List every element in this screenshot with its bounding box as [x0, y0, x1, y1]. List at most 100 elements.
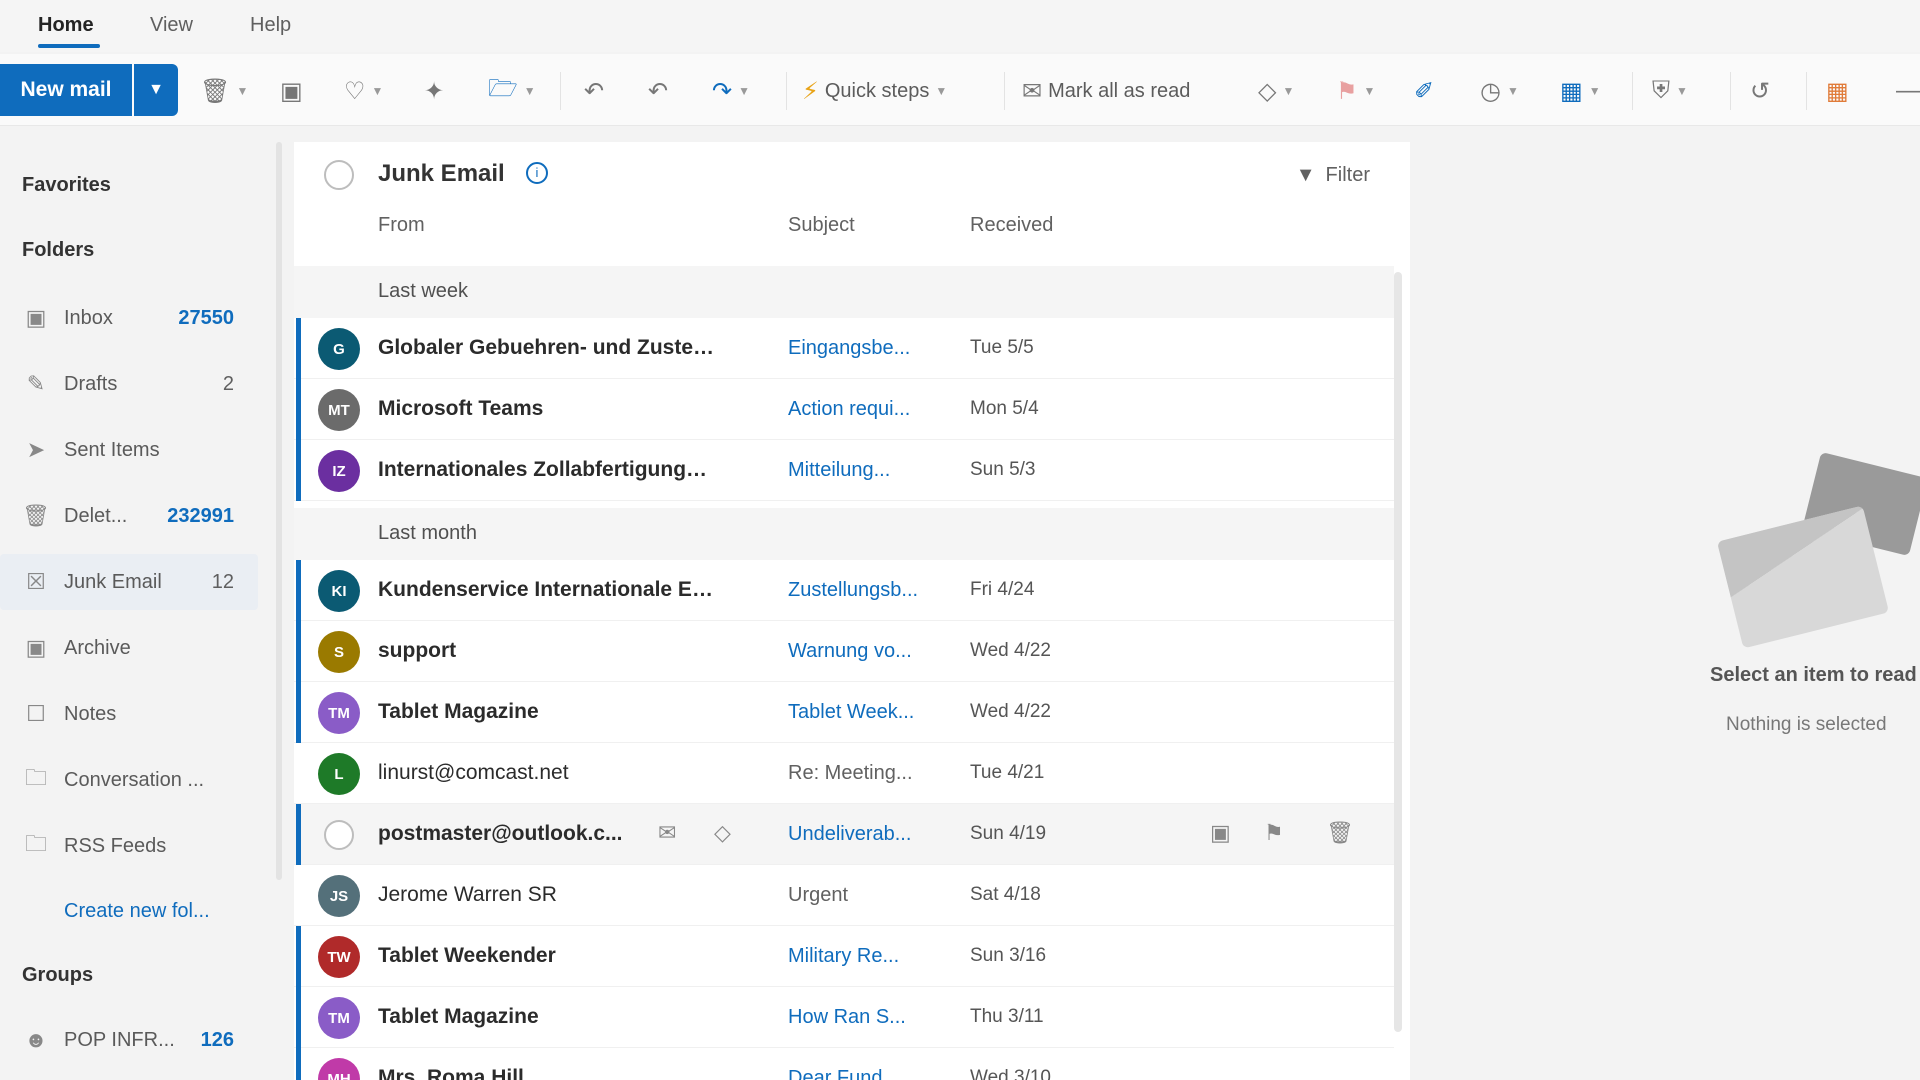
- message-sender: Internationales Zollabfertigungsamt: [378, 458, 718, 481]
- folder-junk-email[interactable]: ☒ Junk Email 12: [0, 554, 258, 610]
- move-to-button[interactable]: 🗁 ▼: [488, 75, 536, 106]
- folder-icon: 🗀: [24, 831, 47, 856]
- message-row[interactable]: MT Microsoft Teams Action requi... Mon 5…: [294, 379, 1394, 440]
- folder-sent-items[interactable]: ➤ Sent Items: [0, 422, 258, 478]
- addins-button[interactable]: ▦: [1826, 76, 1849, 106]
- group-header-last-week[interactable]: Last week: [294, 266, 1394, 318]
- chevron-down-icon: ▼: [148, 81, 164, 98]
- archive-button[interactable]: ▣: [280, 76, 303, 106]
- quick-steps-button[interactable]: ⚡ Quick steps ▼: [802, 76, 947, 106]
- folder-inbox[interactable]: ▣ Inbox 27550: [0, 290, 258, 346]
- shield-lock-icon: ⛨: [1652, 77, 1670, 104]
- flag-button[interactable]: ⚑ ▼: [1336, 76, 1375, 106]
- folder-conversation-history[interactable]: 🗀 Conversation ...: [0, 752, 258, 808]
- tab-help[interactable]: Help: [250, 14, 291, 37]
- more-options-button[interactable]: —: [1896, 76, 1920, 106]
- chevron-down-icon: ▼: [1363, 84, 1376, 98]
- column-from[interactable]: From: [378, 214, 425, 237]
- message-subject: Zustellungsb...: [788, 579, 919, 601]
- folder-label: Conversation ...: [64, 768, 205, 791]
- filter-button[interactable]: ▼ Filter: [1296, 164, 1370, 187]
- sweep-button[interactable]: ✦: [424, 76, 444, 106]
- new-mail-button[interactable]: New mail: [0, 64, 132, 116]
- message-list-scrollbar[interactable]: [1394, 272, 1402, 1032]
- shield-icon: ♡: [344, 77, 366, 105]
- message-row[interactable]: G Globaler Gebuehren- und Zusteller-Serv…: [294, 318, 1394, 379]
- archive-icon[interactable]: ▣: [1210, 820, 1231, 846]
- folder-notes[interactable]: ☐ Notes: [0, 686, 258, 742]
- unread-count: 126: [200, 1028, 234, 1051]
- inbox-icon: ▣: [25, 305, 47, 330]
- avatar: IZ: [318, 450, 360, 492]
- new-mail-dropdown-button[interactable]: ▼: [134, 64, 178, 116]
- delete-button[interactable]: 🗑 ▼: [200, 76, 248, 106]
- info-icon[interactable]: i: [526, 162, 548, 184]
- message-row[interactable]: S support Warnung vo... Wed 4/22: [294, 621, 1394, 682]
- categorize-button[interactable]: ◇ ▼: [1258, 76, 1294, 106]
- protect-button[interactable]: ⛨ ▼: [1652, 76, 1688, 106]
- message-row[interactable]: JS Jerome Warren SR Urgent Sat 4/18: [294, 865, 1394, 926]
- active-tab-indicator: [38, 44, 100, 48]
- folder-rss-feeds[interactable]: 🗀 RSS Feeds: [0, 818, 258, 874]
- message-row[interactable]: TW Tablet Weekender Military Re... Sun 3…: [294, 926, 1394, 987]
- message-date: Sun 3/16: [970, 945, 1047, 966]
- message-subject: Eingangsbe...: [788, 337, 911, 359]
- group-pop-infra[interactable]: ☻ POP INFR... 126: [0, 1012, 258, 1068]
- message-list: Junk Email i ▼ Filter From Subject Receiv…: [294, 142, 1410, 1080]
- folder-pane-scrollbar[interactable]: [276, 142, 282, 880]
- folder-label: Delet...: [64, 504, 128, 527]
- reply-button[interactable]: ↶: [584, 76, 604, 106]
- create-new-folder-link[interactable]: Create new fol...: [64, 900, 210, 923]
- tab-view[interactable]: View: [150, 14, 193, 37]
- message-date: Sun 5/3: [970, 459, 1036, 480]
- folder-label: Sent Items: [64, 438, 160, 461]
- reply-all-button[interactable]: ↶: [648, 76, 668, 106]
- reading-pane: Select an item to read Nothing is select…: [1410, 142, 1920, 1080]
- folder-drafts[interactable]: ✎ Drafts 2: [0, 356, 258, 412]
- avatar: L: [318, 753, 360, 795]
- folder-label: Drafts: [64, 372, 118, 395]
- snooze-button[interactable]: ◷ ▼: [1480, 76, 1519, 106]
- groups-heading[interactable]: Groups: [22, 964, 93, 987]
- favorites-heading[interactable]: Favorites: [22, 174, 111, 197]
- message-date: Wed 3/10: [970, 1067, 1051, 1080]
- forward-button[interactable]: ↷ ▼: [712, 76, 750, 106]
- message-select-checkbox[interactable]: [324, 820, 354, 850]
- trash-icon[interactable]: 🗑: [1326, 820, 1354, 846]
- ribbon-divider: [1730, 72, 1731, 110]
- folders-heading[interactable]: Folders: [22, 239, 94, 262]
- pin-button[interactable]: ✐: [1414, 76, 1434, 106]
- select-all-checkbox[interactable]: [324, 160, 354, 190]
- folder-deleted-items[interactable]: 🗑 Delet... 232991: [0, 488, 258, 544]
- column-received[interactable]: Received: [970, 214, 1053, 237]
- attachment-icon[interactable]: ◇: [714, 820, 731, 846]
- folder-title: Junk Email: [378, 160, 505, 187]
- flag-icon[interactable]: ⚑: [1264, 820, 1284, 846]
- trash-icon: 🗑: [200, 77, 231, 105]
- forward-icon: ↷: [712, 77, 733, 105]
- envelope-open-icon: ✉: [1022, 77, 1043, 105]
- lightning-icon: ⚡: [802, 77, 819, 105]
- message-row[interactable]: L linurst@comcast.net Re: Meeting... Tue…: [294, 743, 1394, 804]
- message-row[interactable]: TM Tablet Magazine Tablet Week... Wed 4/…: [294, 682, 1394, 743]
- avatar: MH: [318, 1058, 360, 1080]
- draft-count: 2: [222, 372, 234, 395]
- tab-home[interactable]: Home: [38, 14, 94, 37]
- report-button[interactable]: ♡ ▼: [344, 76, 383, 106]
- group-header-last-month[interactable]: Last month: [294, 508, 1394, 560]
- quick-steps-label: Quick steps: [824, 79, 930, 102]
- mark-read-icon[interactable]: ✉: [658, 820, 676, 846]
- message-sender: Mrs. Roma Hill: [378, 1066, 524, 1080]
- mark-all-read-button[interactable]: ✉ Mark all as read: [1022, 76, 1190, 106]
- message-row[interactable]: KI Kundenservice Internationale Express …: [294, 560, 1394, 621]
- folder-archive[interactable]: ▣ Archive: [0, 620, 258, 676]
- message-row[interactable]: MH Mrs. Roma Hill Dear Fund... Wed 3/10: [294, 1048, 1394, 1080]
- column-subject[interactable]: Subject: [788, 214, 855, 237]
- junk-icon: ☒: [26, 569, 46, 594]
- message-row-hovered[interactable]: postmaster@outlook.c... ✉ ◇ Undeliverab.…: [294, 804, 1394, 865]
- undo-button[interactable]: ↺: [1750, 76, 1770, 106]
- message-row[interactable]: TM Tablet Magazine How Ran S... Thu 3/11: [294, 987, 1394, 1048]
- envelope-illustration-front: [1716, 505, 1890, 649]
- rules-button[interactable]: ▦ ▼: [1560, 76, 1601, 106]
- message-row[interactable]: IZ Internationales Zollabfertigungsamt M…: [294, 440, 1394, 501]
